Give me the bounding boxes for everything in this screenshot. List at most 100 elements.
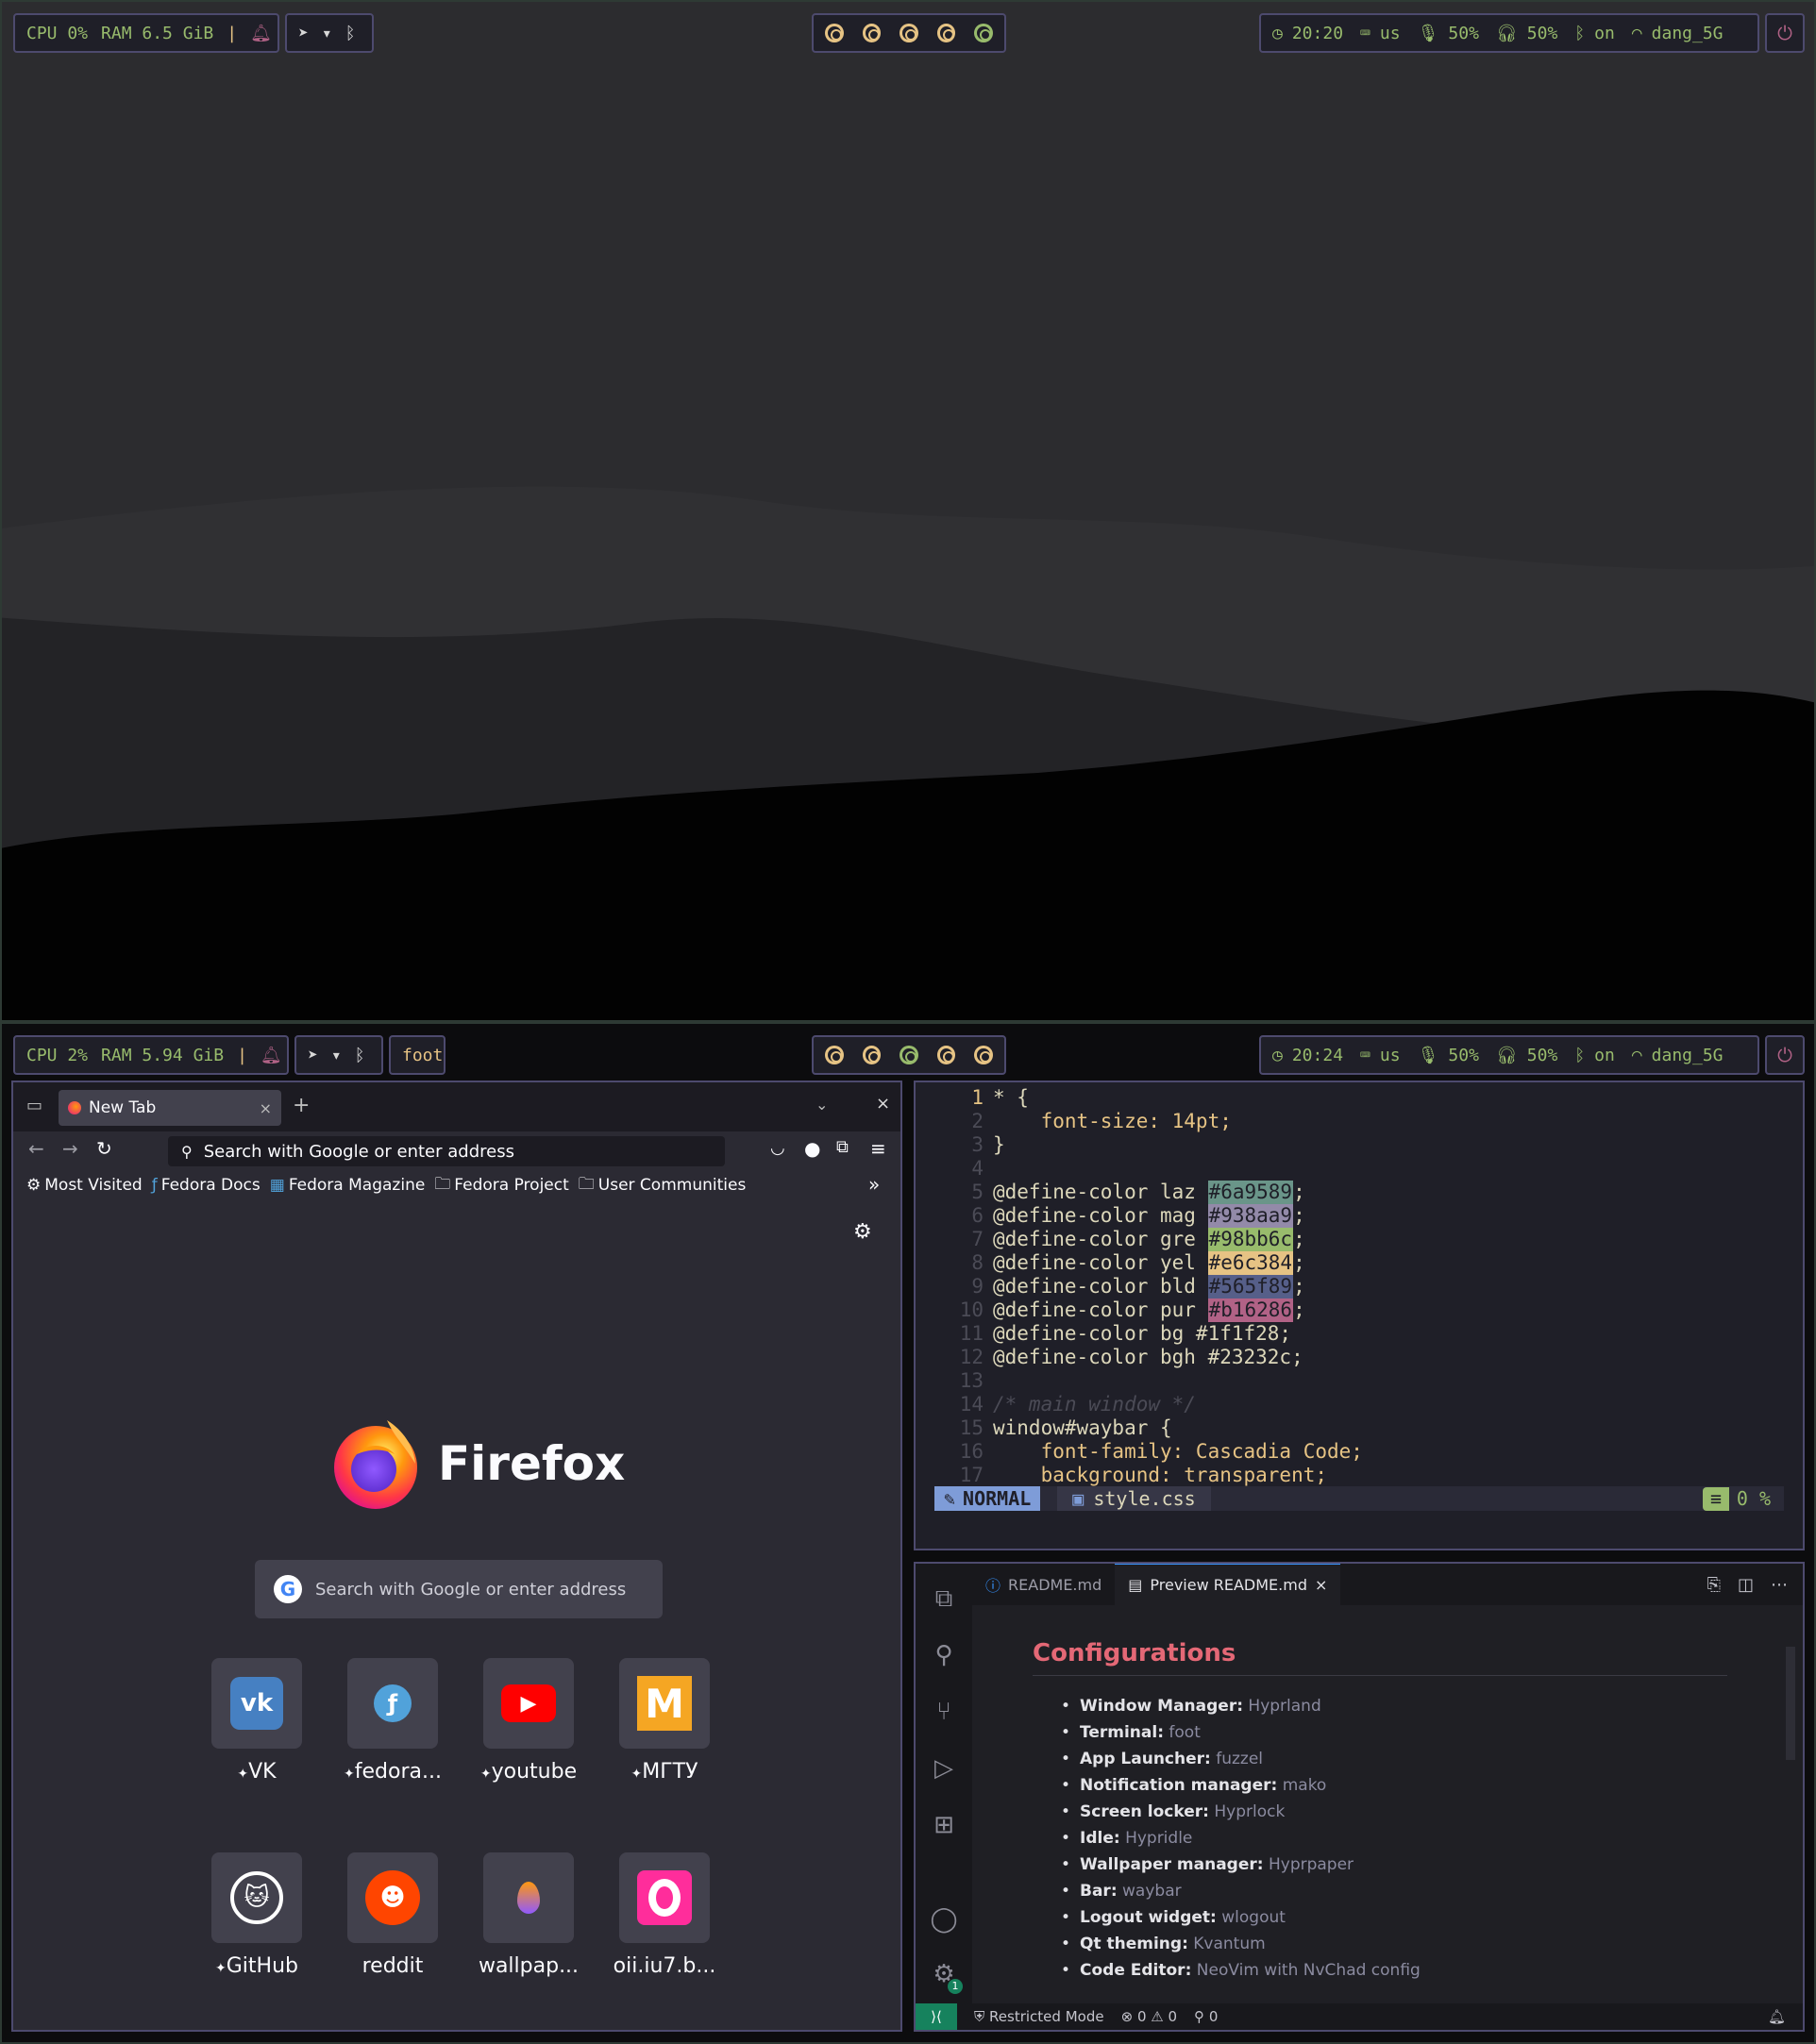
telegram-icon[interactable]: ➤: [308, 1046, 318, 1065]
bookmark-most-visited[interactable]: ⚙ Most Visited: [26, 1176, 143, 1195]
shortcut-tile: ☻: [347, 1852, 438, 1943]
explorer-icon[interactable]: ⧉: [929, 1584, 959, 1615]
restricted-mode[interactable]: ⛨ Restricted Mode: [974, 2008, 1104, 2025]
notifications-bell-icon[interactable]: 🔔︎: [1768, 2008, 1803, 2025]
bluetooth-status[interactable]: on: [1594, 24, 1615, 43]
clock[interactable]: 20:24: [1292, 1046, 1343, 1065]
shortcut-wallpaper[interactable]: wallpap...: [476, 1852, 581, 1978]
remote-icon[interactable]: ⟩⟨: [916, 2003, 957, 2030]
account-icon[interactable]: ●: [804, 1137, 820, 1160]
nvim-line: 11 @define-color bg #1f1f28;: [927, 1322, 1291, 1346]
workspace-1-button[interactable]: [825, 24, 844, 42]
tab-new-tab[interactable]: New Tab ×: [59, 1090, 281, 1126]
shortcut-bmstu[interactable]: M ✦МГТУ: [612, 1658, 717, 1784]
problems[interactable]: ⊗ 0 ⚠ 0: [1121, 2008, 1177, 2025]
item-key: Bar:: [1080, 1882, 1118, 1901]
clock[interactable]: 20:20: [1292, 24, 1343, 43]
volume[interactable]: 50%: [1527, 1046, 1558, 1065]
shortcut-tile: ▶: [483, 1658, 574, 1749]
mic-volume[interactable]: 50%: [1448, 1046, 1479, 1065]
volume[interactable]: 50%: [1527, 24, 1558, 43]
bookmark-fedora-project[interactable]: 🗀 Fedora Project: [434, 1172, 568, 1199]
newtab-search-input[interactable]: G Search with Google or enter address: [255, 1560, 663, 1618]
keyboard-layout[interactable]: us: [1380, 1046, 1401, 1065]
settings-gear-icon[interactable]: ⚙: [853, 1220, 872, 1244]
markdown-preview[interactable]: Configurations Window Manager: HyprlandT…: [972, 1605, 1803, 2005]
extensions-icon[interactable]: ⊞: [929, 1811, 959, 1841]
bookmark-fedora-magazine[interactable]: ▦ Fedora Magazine: [270, 1176, 426, 1195]
tab-overview-icon[interactable]: ▭: [26, 1096, 42, 1115]
keyboard-layout[interactable]: us: [1380, 24, 1401, 43]
scrollbar[interactable]: [1786, 1647, 1795, 1760]
mic-volume[interactable]: 50%: [1448, 24, 1479, 43]
vim-icon: ✎: [944, 1486, 956, 1510]
close-icon[interactable]: ×: [1315, 1576, 1327, 1594]
shortcut-fedora[interactable]: ƒ ✦fedora...: [340, 1658, 446, 1784]
url-bar[interactable]: ⚲ Search with Google or enter address: [168, 1136, 725, 1166]
source-control-icon[interactable]: ⑂: [929, 1698, 959, 1728]
folder-icon: 🗀: [578, 1174, 595, 1194]
foot-terminal[interactable]: 1 * {2 font-size: 14pt; 3} 4 5 @define-color …: [914, 1081, 1805, 1550]
split-editor-icon[interactable]: ◫: [1738, 1575, 1754, 1595]
shortcut-youtube[interactable]: ▶ ✦youtube: [476, 1658, 581, 1784]
list-tabs-icon[interactable]: ⌄: [816, 1096, 828, 1114]
run-debug-icon[interactable]: ▷: [929, 1754, 959, 1784]
workspace-4-button[interactable]: [936, 1046, 956, 1064]
list-item: Notification manager: mako: [1033, 1772, 1803, 1799]
more-actions-icon[interactable]: ⋯: [1771, 1575, 1788, 1595]
shortcut-reddit[interactable]: ☻ reddit: [340, 1852, 446, 1978]
wifi-ssid[interactable]: dang_5G: [1652, 24, 1724, 43]
power-button[interactable]: ⏻: [1765, 1035, 1805, 1075]
power-button[interactable]: ⏻: [1765, 13, 1805, 53]
youtube-icon: ▶: [501, 1684, 556, 1722]
wifi-tray-icon[interactable]: ▾: [322, 24, 332, 43]
close-window-icon[interactable]: ×: [876, 1094, 890, 1114]
workspace-3-button[interactable]: [900, 24, 918, 42]
account-icon[interactable]: ◯: [929, 1905, 959, 1935]
line-number: 2: [971, 1110, 984, 1132]
chevron-more-icon[interactable]: »: [868, 1173, 880, 1196]
pocket-icon[interactable]: ◡: [770, 1138, 785, 1158]
shortcut-label: wallpap...: [478, 1954, 580, 1978]
close-tab-icon[interactable]: ×: [260, 1099, 272, 1117]
workspace-1-button[interactable]: [825, 1046, 844, 1064]
item-key: Logout widget:: [1080, 1908, 1217, 1927]
bookmark-fedora-docs[interactable]: ƒ Fedora Docs: [152, 1176, 261, 1195]
wifi-ssid[interactable]: dang_5G: [1652, 1046, 1724, 1065]
wifi-tray-icon[interactable]: ▾: [331, 1046, 342, 1065]
forward-icon[interactable]: →: [62, 1137, 78, 1160]
shortcut-github[interactable]: 🐱︎ ✦GitHub: [204, 1852, 310, 1978]
shortcut-oii[interactable]: oii.iu7.b...: [612, 1852, 717, 1978]
bluetooth-tray-icon[interactable]: ᛒ: [345, 24, 356, 43]
bluetooth-status[interactable]: on: [1594, 1046, 1615, 1065]
bookmark-user-communities[interactable]: 🗀 User Communities: [579, 1172, 747, 1199]
tab-preview-readme[interactable]: ▤ Preview README.md ×: [1115, 1564, 1341, 1605]
nvim-statusline: ✎ NORMAL ▣ style.css ≡ 0 %: [934, 1486, 1784, 1511]
preview-heading: Configurations: [1033, 1639, 1727, 1676]
reload-icon[interactable]: ↻: [96, 1137, 112, 1160]
bell-icon[interactable]: 🔔︎: [261, 1046, 282, 1065]
workspace-2-button[interactable]: [862, 1046, 882, 1064]
bluetooth-tray-icon[interactable]: ᛒ: [355, 1046, 365, 1065]
ports[interactable]: ⚲ 0: [1194, 2008, 1218, 2025]
workspace-4-button[interactable]: [936, 24, 956, 42]
workspace-5-button[interactable]: [974, 24, 993, 42]
menu-icon[interactable]: ≡: [870, 1137, 886, 1160]
vscode-window: ⧉ ⚲ ⑂ ▷ ⊞ ◯ ⚙ 1 ⓘ README.md ▤ Preview RE…: [914, 1562, 1805, 2032]
workspace-2-button[interactable]: [862, 24, 882, 42]
new-tab-button[interactable]: +: [293, 1094, 310, 1117]
workspace-5-button[interactable]: [974, 1046, 993, 1064]
telegram-icon[interactable]: ➤: [298, 24, 309, 43]
tab-readme[interactable]: ⓘ README.md: [972, 1564, 1115, 1605]
open-source-icon[interactable]: ⎘: [1707, 1575, 1721, 1595]
extensions-icon[interactable]: ⧉: [836, 1137, 849, 1157]
nvim-line: 17 background: transparent;: [927, 1464, 1327, 1487]
workspace-3-button[interactable]: [900, 1046, 918, 1064]
bell-icon[interactable]: 🔔︎: [250, 24, 272, 43]
status-modules: ◷ 20:20 ⌨ us 🎙︎ 50% 🎧︎ 50% ᛒ on ◠ dang_5…: [1259, 13, 1759, 53]
search-icon[interactable]: ⚲: [929, 1641, 959, 1671]
shortcut-vk[interactable]: vk ✦VK: [204, 1658, 310, 1784]
folder-icon: 🗀: [434, 1174, 451, 1194]
back-icon[interactable]: ←: [28, 1137, 44, 1160]
line-number: 16: [959, 1440, 984, 1463]
